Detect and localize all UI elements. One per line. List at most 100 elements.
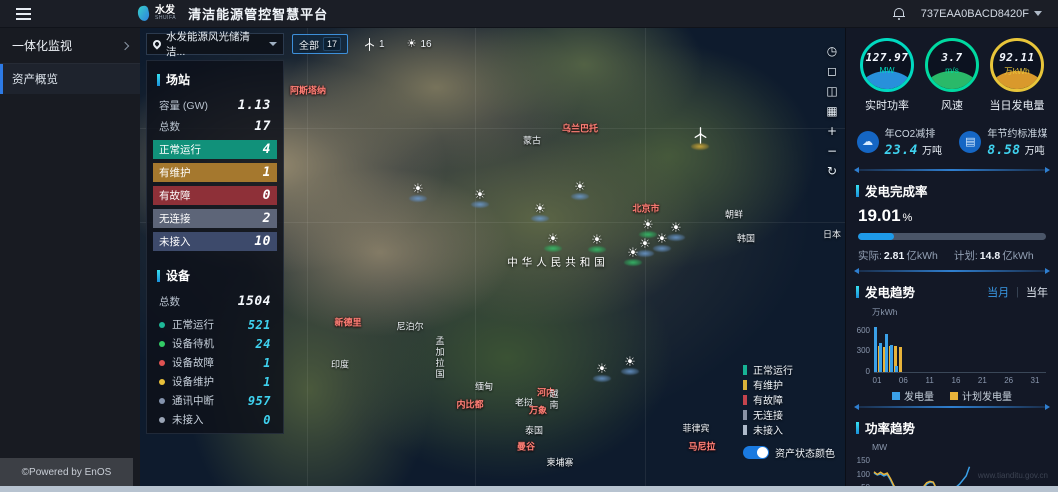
solar-station-marker[interactable]: ☀ <box>667 222 685 241</box>
device-status-label: 正常运行 <box>172 317 214 332</box>
map-place-label: 越南 <box>548 389 561 411</box>
section-accent <box>856 286 859 298</box>
hamburger-menu-icon[interactable] <box>0 0 46 28</box>
station-status-value: 2 <box>263 211 271 226</box>
zoom-in-icon[interactable]: + <box>824 124 840 139</box>
device-status-value: 1 <box>263 356 271 370</box>
device-status-value: 0 <box>263 413 271 427</box>
account-dropdown[interactable]: 737EAA0BACD8420F <box>921 8 1042 20</box>
solar-station-marker[interactable]: ☀ <box>593 363 611 382</box>
device-status-row: 设备待机 24 <box>159 334 271 353</box>
station-status-value: 0 <box>263 188 271 203</box>
solar-station-marker[interactable]: ☀ <box>624 247 642 266</box>
marker-status-base <box>471 201 489 208</box>
map-place-label: 日本 <box>823 228 841 241</box>
map-place-label: 阿斯塔纳 <box>290 84 326 97</box>
map-place-label: 朝鲜 <box>725 208 743 221</box>
device-status-row: 设备维护1 <box>159 372 271 391</box>
filter-chip-all[interactable]: 全部17 <box>292 34 348 54</box>
device-total-label: 总数 <box>159 294 180 309</box>
legend-swatch <box>950 392 958 400</box>
x-axis-tick: 21 <box>978 376 987 385</box>
map-place-label: 蒙古 <box>523 134 541 147</box>
station-status-row: 有故障 0 <box>153 186 277 205</box>
device-status-row: 正常运行 521 <box>159 315 271 334</box>
station-status-label: 有故障 <box>159 188 191 203</box>
section-divider <box>856 270 1048 272</box>
map-place-label: 柬埔寨 <box>546 456 573 469</box>
eco-stat-value-row: 8.58万吨 <box>987 142 1047 158</box>
tab-current-year[interactable]: 当年 <box>1026 284 1048 300</box>
asset-status-color-toggle[interactable] <box>743 446 769 459</box>
device-status-value: 24 <box>256 337 271 351</box>
legend-swatch <box>743 380 747 390</box>
device-status-label: 设备待机 <box>172 336 214 351</box>
y-axis-tick: 0 <box>852 367 870 376</box>
horizontal-scrollbar[interactable] <box>0 486 1058 492</box>
solar-station-marker[interactable]: ☀ <box>588 234 606 253</box>
marker-status-base <box>531 215 549 222</box>
map-place-label: 孟加拉国 <box>434 336 447 380</box>
sidebar-item-asset-overview[interactable]: 资产概览 <box>0 64 140 94</box>
zoom-out-icon[interactable]: − <box>824 144 840 159</box>
eco-stat-value-row: 23.4万吨 <box>885 142 942 158</box>
map-place-label: 北京市 <box>632 202 659 215</box>
gauge-ring: 127.97MW <box>860 38 914 92</box>
eco-stat-value: 23.4 <box>885 143 918 158</box>
layers-icon[interactable]: ◫ <box>824 84 840 99</box>
logo-subtext: SHUIFA <box>155 16 176 21</box>
map-filter-chips: 全部17 1 ☀16 <box>292 34 438 54</box>
y-axis-tick: 600 <box>852 326 870 335</box>
filter-chip-wind-turbine[interactable]: 1 <box>358 34 391 54</box>
history-icon[interactable]: ◷ <box>824 44 840 59</box>
sidebar-group-monitoring[interactable]: 一体化监视 <box>0 28 140 64</box>
solar-station-marker[interactable]: ☀ <box>471 189 489 208</box>
chart-bar <box>890 345 893 372</box>
legend-label: 正常运行 <box>753 362 793 377</box>
map-place-label: 马尼拉 <box>688 440 715 453</box>
map-place-label: 内比都 <box>456 398 483 411</box>
grid-icon[interactable]: ▦ <box>824 104 840 119</box>
chart-bar <box>874 327 877 372</box>
map-place-label: 菲律宾 <box>682 422 709 435</box>
solar-station-marker[interactable]: ☀ <box>531 203 549 222</box>
device-status-value: 521 <box>248 318 271 332</box>
wind-station-marker[interactable] <box>691 127 709 150</box>
legend-item: 有维护 <box>743 377 835 392</box>
map-canvas[interactable]: 水发能源风光储清洁... 全部171☀16 场站 容量 (GW) 1.13 总数… <box>140 28 845 486</box>
fullscreen-icon[interactable]: ◻ <box>824 64 840 79</box>
section-accent <box>157 270 160 282</box>
section-divider <box>856 406 1048 408</box>
capacity-value: 1.13 <box>238 98 271 113</box>
solar-station-marker[interactable]: ☀ <box>544 233 562 252</box>
sidebar: 一体化监视 资产概览 ©Powered by EnOS <box>0 28 140 486</box>
chevron-down-icon <box>1034 11 1042 16</box>
status-dot-icon <box>159 322 165 328</box>
series-理论功率 <box>874 472 970 486</box>
logo-droplet-icon <box>137 5 151 22</box>
reset-icon[interactable]: ↻ <box>824 164 840 179</box>
gauge-value: 3.7 <box>941 51 962 64</box>
sidebar-group-label: 一体化监视 <box>12 37 72 54</box>
plan-value: 14.8 <box>980 250 1000 262</box>
chevron-right-icon <box>121 41 129 49</box>
solar-station-marker[interactable]: ☀ <box>571 181 589 200</box>
solar-station-marker[interactable]: ☀ <box>621 356 639 375</box>
x-axis-tick: 01 <box>873 376 882 385</box>
eco-stat-label: 年节约标准煤 <box>987 125 1047 140</box>
tab-separator: | <box>1016 286 1019 298</box>
tab-current-month[interactable]: 当月 <box>987 284 1009 300</box>
completion-percent: 19.01 <box>858 206 901 225</box>
filter-chip-sun[interactable]: ☀16 <box>401 34 438 54</box>
device-status-row: 通讯中断957 <box>159 391 271 410</box>
notification-bell-icon[interactable] <box>893 8 905 20</box>
solar-station-marker[interactable]: ☀ <box>409 183 427 202</box>
status-dot-icon <box>159 341 165 347</box>
completion-progress-track <box>858 233 1046 240</box>
overview-panel: 场站 容量 (GW) 1.13 总数 17 正常运行4有维护1有故障0无连接2未… <box>146 60 284 434</box>
chart-bar <box>899 347 902 372</box>
x-axis-tick: 16 <box>952 376 961 385</box>
completion-progress-fill <box>858 233 894 240</box>
station-selector-dropdown[interactable]: 水发能源风光储清洁... <box>146 33 284 55</box>
map-legend: 正常运行有维护有故障无连接未接入 资产状态颜色 <box>743 362 835 460</box>
